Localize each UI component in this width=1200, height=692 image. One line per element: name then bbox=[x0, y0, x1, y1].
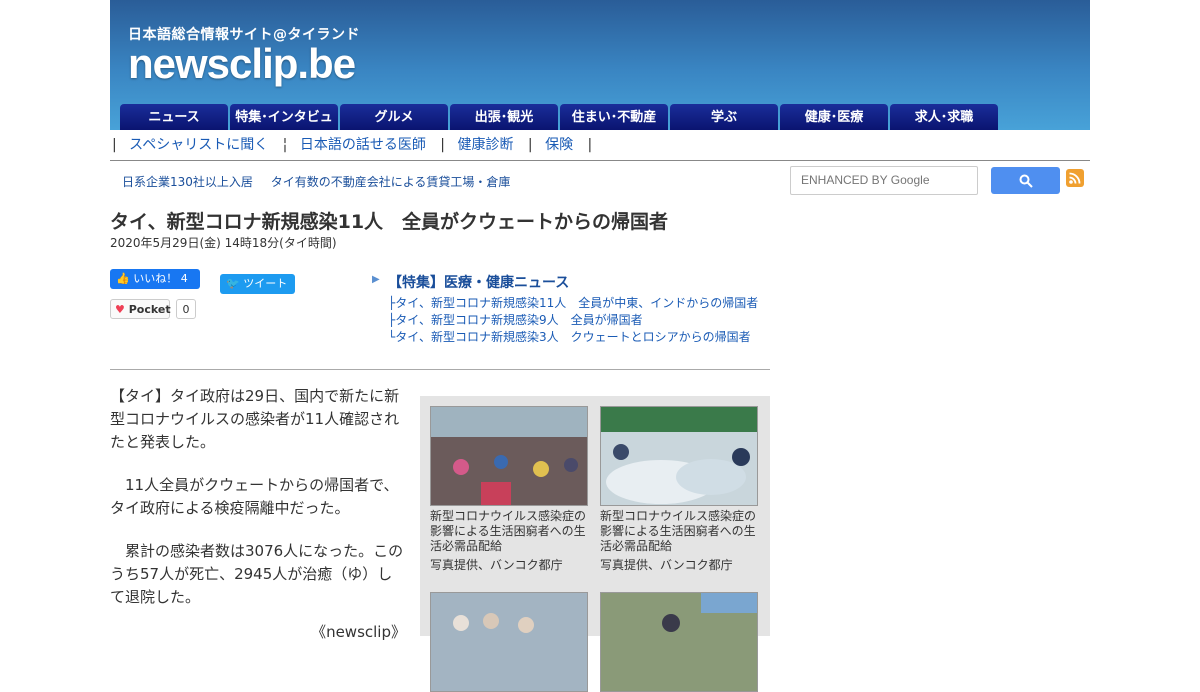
gallery-caption: 新型コロナウイルス感染症の影響による生活困窮者への生活必需品配給 bbox=[600, 509, 757, 553]
gallery-caption: 新型コロナウイルス感染症の影響による生活困窮者への生活必需品配給 bbox=[430, 509, 587, 553]
pocket-icon: ♥ bbox=[115, 303, 125, 316]
divider bbox=[110, 369, 770, 370]
ad-text-1: 日系企業130社以上入居 bbox=[122, 175, 253, 189]
gallery-photo[interactable] bbox=[430, 592, 588, 692]
nav-travel[interactable]: 出張･観光 bbox=[450, 104, 558, 130]
ad-row: 日系企業130社以上入居 タイ有数の不動産会社による賃貸工場・倉庫 bbox=[110, 161, 1090, 199]
tweet-button[interactable]: 🐦 ツイート bbox=[220, 274, 295, 294]
gallery-item[interactable] bbox=[430, 592, 588, 692]
thumbs-up-icon: 👍 bbox=[116, 272, 134, 285]
gallery-photo[interactable] bbox=[600, 592, 758, 692]
subnav-separator: | bbox=[440, 137, 445, 153]
subnav-separator: | bbox=[527, 137, 533, 153]
gallery-photo[interactable] bbox=[430, 406, 588, 506]
related-links: ▶ 【特集】医療・健康ニュース ├タイ、新型コロナ新規感染11人 全員が中東、イ… bbox=[372, 272, 772, 346]
related-item[interactable]: ├タイ、新型コロナ新規感染9人 全員が帰国者 bbox=[388, 312, 772, 329]
article-paragraph: 11人全員がクウェートからの帰国者で、タイ政府による検疫隔離中だった。 bbox=[110, 476, 399, 517]
ad-link[interactable]: 日系企業130社以上入居 タイ有数の不動産会社による賃貸工場・倉庫 bbox=[122, 173, 524, 190]
article-body: 【タイ】タイ政府は29日、国内で新たに新型コロナウイルスの感染者が11人確認され… bbox=[110, 385, 406, 644]
arrow-right-icon: ▶ bbox=[372, 274, 380, 285]
site-logo[interactable]: newsclip.be bbox=[128, 40, 356, 88]
gallery-item[interactable]: 新型コロナウイルス感染症の影響による生活困窮者への生活必需品配給 写真提供、バン… bbox=[600, 406, 758, 573]
tweet-label: ツイート bbox=[243, 277, 288, 290]
pocket-label: Pocket bbox=[128, 303, 171, 316]
subnav-link-insurance[interactable]: 保険 bbox=[545, 137, 573, 153]
pocket-count: 0 bbox=[176, 299, 196, 319]
page: 日本語総合情報サイト@タイランド newsclip.be ニュース 特集･インタ… bbox=[110, 0, 1090, 692]
search-box bbox=[790, 166, 978, 195]
twitter-bird-icon: 🐦 bbox=[226, 277, 244, 290]
nav-features[interactable]: 特集･インタビュー bbox=[230, 104, 338, 153]
gallery-item[interactable] bbox=[600, 592, 758, 692]
photo-gallery: 新型コロナウイルス感染症の影響による生活困窮者への生活必需品配給 写真提供、バン… bbox=[420, 396, 770, 692]
ad-text-2: タイ有数の不動産会社による賃貸工場・倉庫 bbox=[270, 175, 511, 189]
subnav-link-doctors[interactable]: 日本語の話せる医師 bbox=[300, 137, 426, 153]
subnav-separator: | bbox=[112, 137, 117, 153]
gallery-item[interactable]: 新型コロナウイルス感染症の影響による生活困窮者への生活必需品配給 写真提供、バン… bbox=[430, 406, 588, 573]
gallery-photo[interactable] bbox=[600, 406, 758, 506]
related-heading[interactable]: 【特集】医療・健康ニュース bbox=[388, 272, 772, 292]
article-paragraph: 【タイ】タイ政府は29日、国内で新たに新型コロナウイルスの感染者が11人確認され… bbox=[110, 387, 400, 451]
related-item[interactable]: └タイ、新型コロナ新規感染3人 クウェートとロシアからの帰国者 bbox=[388, 329, 772, 346]
article-paragraph: 累計の感染者数は3076人になった。このうち57人が死亡、2945人が治癒（ゆ）… bbox=[110, 542, 404, 606]
nav-housing[interactable]: 住まい･不動産 bbox=[560, 104, 668, 130]
sub-nav: | スペシャリストに聞く | 日本語の話せる医師 | 健康診断 | 保険 | bbox=[110, 130, 1090, 161]
nav-learn[interactable]: 学ぶ bbox=[670, 104, 778, 130]
nav-news[interactable]: ニュース bbox=[120, 104, 228, 130]
article-date: 2020年5月29日(金) 14時18分(タイ時間) bbox=[110, 236, 337, 250]
subnav-link-specialist[interactable]: スペシャリストに聞く bbox=[129, 137, 268, 153]
gallery-credit: 写真提供、バンコク都庁 bbox=[600, 558, 733, 572]
facebook-like-button[interactable]: 👍 いいね！ 4 bbox=[110, 269, 200, 289]
subnav-separator: | bbox=[587, 137, 593, 153]
site-header: 日本語総合情報サイト@タイランド newsclip.be ニュース 特集･インタ… bbox=[110, 0, 1090, 153]
pocket-button[interactable]: ♥ Pocket bbox=[110, 299, 171, 319]
fb-like-label: いいね！ 4 bbox=[133, 272, 188, 285]
article-source: 《newsclip》 bbox=[311, 623, 406, 641]
nav-health[interactable]: 健康･医療 bbox=[780, 104, 888, 130]
rss-icon[interactable] bbox=[1066, 169, 1084, 187]
search-icon bbox=[1019, 174, 1033, 188]
nav-gourmet[interactable]: グルメ bbox=[340, 104, 448, 130]
nav-jobs[interactable]: 求人･求職 bbox=[890, 104, 998, 130]
gallery-credit: 写真提供、バンコク都庁 bbox=[430, 558, 563, 572]
subnav-link-checkup[interactable]: 健康診断 bbox=[457, 137, 513, 153]
related-item[interactable]: ├タイ、新型コロナ新規感染11人 全員が中東、インドからの帰国者 bbox=[388, 295, 772, 312]
main-nav: ニュース 特集･インタビュー グルメ 出張･観光 住まい･不動産 学ぶ 健康･医… bbox=[120, 104, 998, 153]
search-button[interactable] bbox=[991, 167, 1060, 194]
article-title: タイ、新型コロナ新規感染11人 全員がクウェートからの帰国者 bbox=[110, 211, 669, 233]
search-input[interactable] bbox=[799, 172, 973, 188]
